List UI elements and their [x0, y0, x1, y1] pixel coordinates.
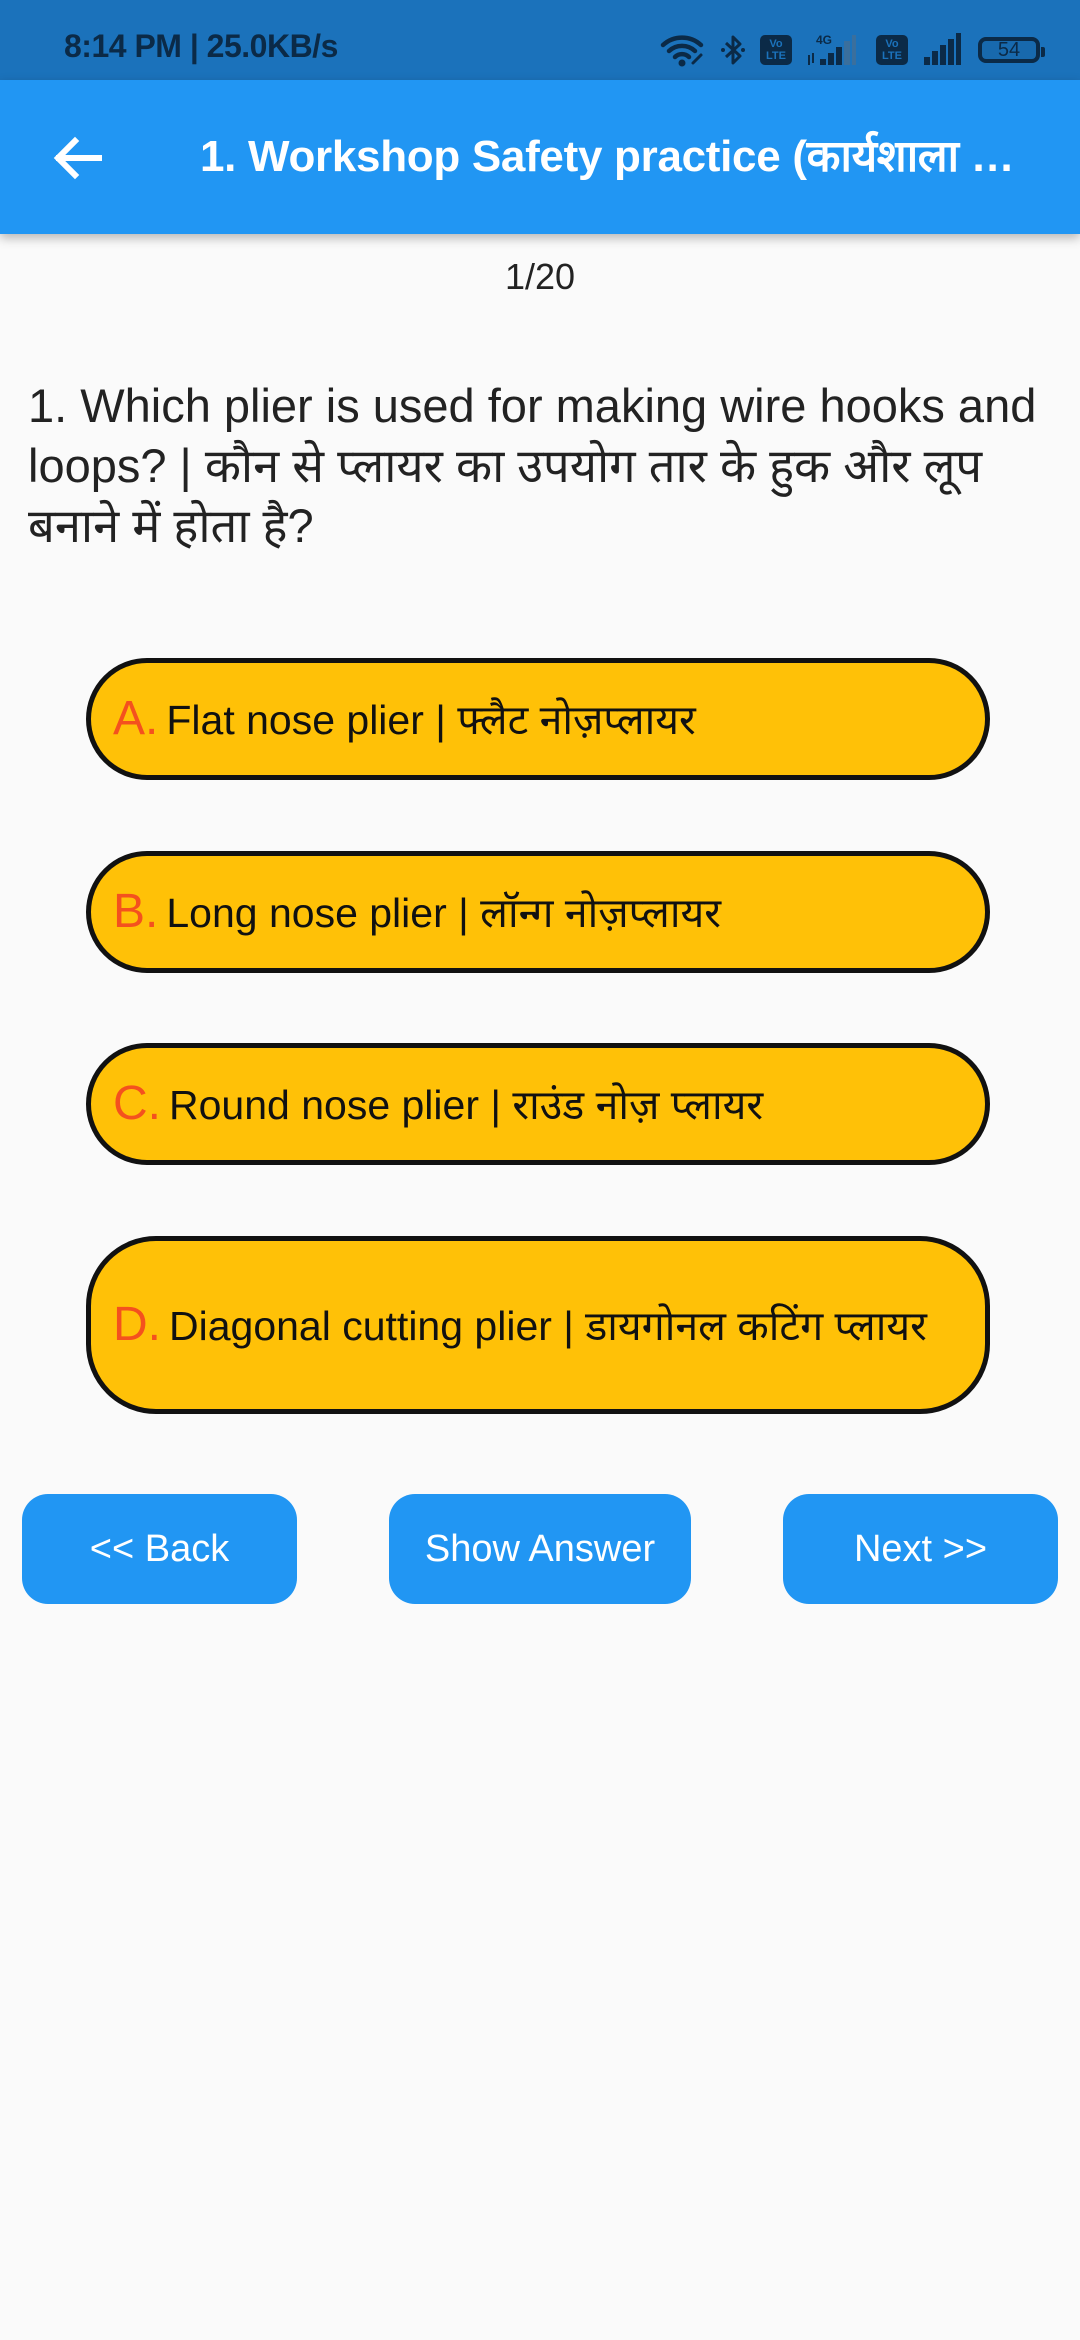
option-b[interactable]: B. Long nose plier | लॉन्ग नोज़प्लायर	[86, 851, 990, 973]
app-bar: 1. Workshop Safety practice (कार्यशाला स…	[0, 80, 1080, 234]
option-c[interactable]: C. Round nose plier | राउंड नोज़ प्लायर	[86, 1043, 990, 1165]
battery-level: 54	[997, 38, 1021, 61]
status-time-speed: 8:14 PM | 25.0KB/s	[64, 28, 338, 65]
svg-text:4G: 4G	[816, 33, 832, 47]
status-bar: 8:14 PM | 25.0KB/s Vo LTE 4G Vo LTE 54	[0, 0, 1080, 80]
signal-4g-icon: 4G	[806, 33, 862, 67]
option-a[interactable]: A. Flat nose plier | फ्लैट नोज़प्लायर	[86, 658, 990, 780]
status-icons: Vo LTE 4G Vo LTE 54	[660, 30, 1045, 70]
status-time: 8:14 PM	[64, 28, 182, 64]
option-text: Long nose plier | लॉन्ग नोज़प्लायर	[166, 889, 721, 936]
option-text: Round nose plier | राउंड नोज़ प्लायर	[169, 1081, 764, 1128]
battery-icon: 54	[978, 37, 1045, 63]
bluetooth-icon	[720, 33, 746, 67]
volte-icon: Vo LTE	[876, 35, 908, 65]
question-counter: 1/20	[504, 256, 576, 297]
show-answer-button[interactable]: Show Answer	[389, 1494, 691, 1604]
wifi-icon	[660, 33, 706, 67]
back-nav-button[interactable]: << Back	[22, 1494, 297, 1604]
option-text: Diagonal cutting plier | डायगोनल कटिंग प…	[169, 1302, 927, 1349]
app-title: 1. Workshop Safety practice (कार्यशाला स…	[200, 132, 1040, 181]
option-text: Flat nose plier | फ्लैट नोज़प्लायर	[166, 696, 696, 743]
signal-icon	[922, 33, 964, 67]
option-d[interactable]: D. Diagonal cutting plier | डायगोनल कटिंग…	[86, 1236, 990, 1414]
option-letter: C.	[113, 1076, 161, 1130]
question-text: 1. Which plier is used for making wire h…	[28, 379, 1037, 552]
option-letter: D.	[113, 1297, 161, 1351]
status-speed: 25.0KB/s	[206, 28, 339, 64]
back-button[interactable]	[46, 126, 110, 190]
option-letter: A.	[113, 691, 159, 745]
next-button[interactable]: Next >>	[783, 1494, 1058, 1604]
arrow-left-icon	[53, 136, 102, 180]
volte-icon: Vo LTE	[760, 35, 792, 65]
status-separator: |	[189, 28, 199, 64]
option-letter: B.	[113, 884, 159, 938]
